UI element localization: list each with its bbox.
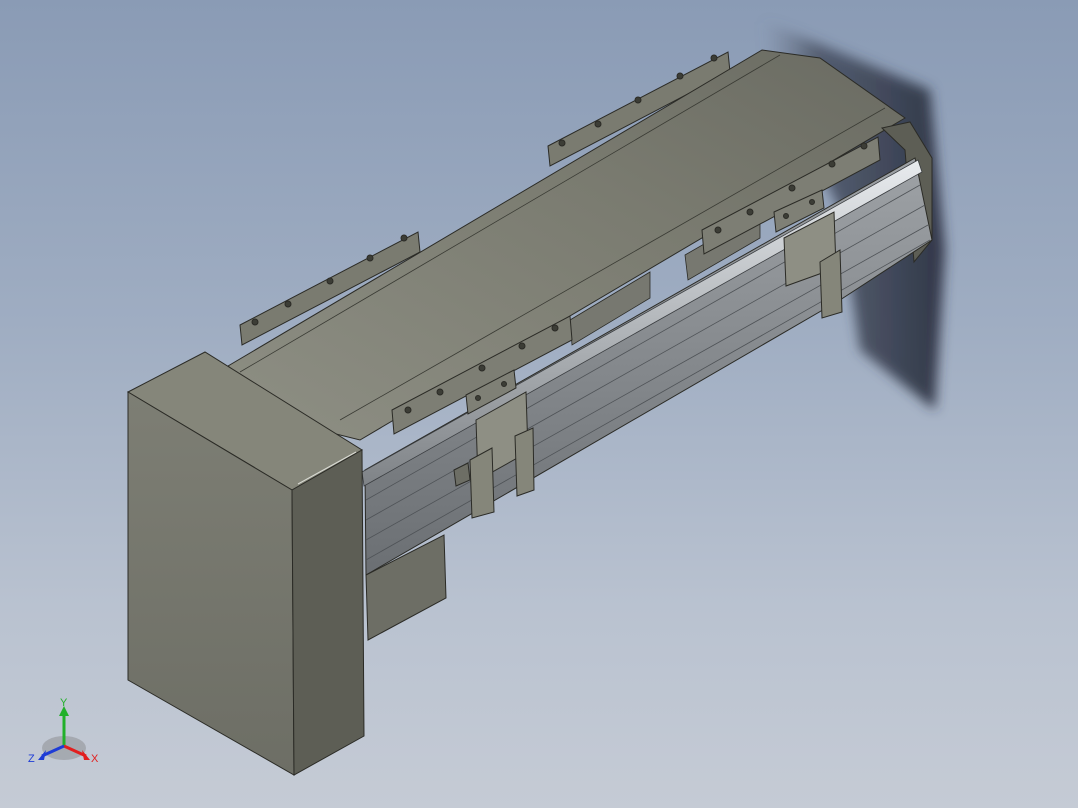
3d-viewport[interactable]: Y X Z xyxy=(0,0,1078,808)
x-axis-label: X xyxy=(91,753,99,765)
y-axis-label: Y xyxy=(60,697,68,709)
z-axis-label: Z xyxy=(28,753,35,765)
cad-model-view[interactable] xyxy=(0,0,1078,808)
axis-triad: Y X Z xyxy=(28,697,99,765)
